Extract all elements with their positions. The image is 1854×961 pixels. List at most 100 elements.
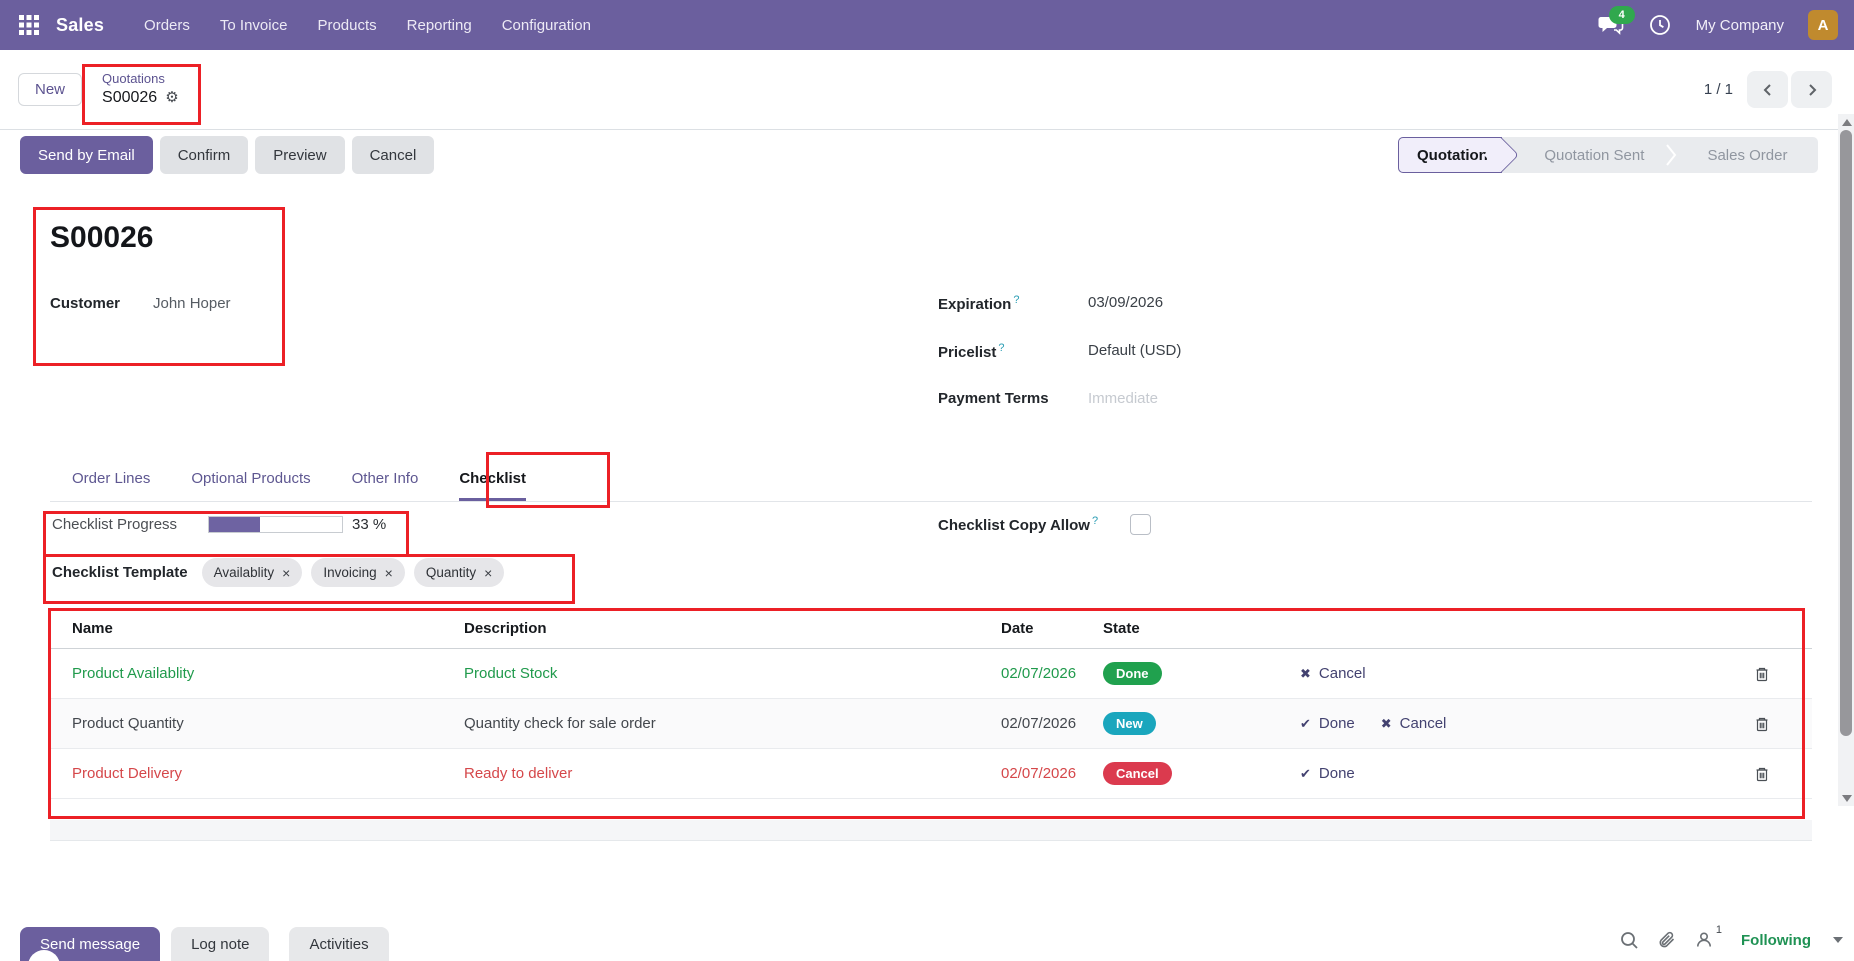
row-cancel-button[interactable]: ✖ Cancel (1381, 715, 1447, 732)
check-mark-icon: ✔ (1300, 716, 1311, 732)
scrollbar-down-arrow[interactable] (1842, 795, 1852, 802)
cancel-button[interactable]: Cancel (352, 136, 435, 174)
following-button[interactable]: Following (1741, 932, 1811, 949)
header-state: State (1103, 620, 1300, 637)
checklist-copy-allow-field: Checklist Copy Allow? (938, 514, 1151, 535)
payment-terms-field: Payment Terms Immediate (938, 390, 1181, 407)
tag-remove-icon[interactable]: × (282, 565, 290, 581)
row-name[interactable]: Product Delivery (50, 765, 464, 782)
tab-order-lines[interactable]: Order Lines (72, 470, 150, 501)
statusbar: Quotation Quotation Sent Sales Order (1398, 137, 1818, 173)
attach-files-button[interactable] (1657, 930, 1677, 950)
user-avatar[interactable]: A (1808, 10, 1838, 40)
tag-remove-icon[interactable]: × (484, 565, 492, 581)
chevron-left-icon (1761, 82, 1775, 98)
navbar-menu: Orders To Invoice Products Reporting Con… (144, 17, 591, 34)
checklist-progress-row: Checklist Progress 33 % (52, 516, 386, 533)
stage-quotation-sent[interactable]: Quotation Sent (1502, 147, 1665, 164)
person-icon (1695, 931, 1713, 949)
row-cancel-button[interactable]: ✖ Cancel (1300, 665, 1366, 682)
payment-terms-placeholder[interactable]: Immediate (1088, 390, 1158, 407)
row-done-button[interactable]: ✔ Done (1300, 765, 1355, 782)
table-row[interactable]: Product Delivery Ready to deliver 02/07/… (50, 749, 1812, 799)
row-name[interactable]: Product Quantity (50, 715, 464, 732)
trash-icon (1754, 666, 1770, 682)
menu-reporting[interactable]: Reporting (407, 17, 472, 34)
row-description[interactable]: Ready to deliver (464, 765, 1001, 782)
menu-orders[interactable]: Orders (144, 17, 190, 34)
tab-optional-products[interactable]: Optional Products (191, 470, 310, 501)
menu-configuration[interactable]: Configuration (502, 17, 591, 34)
app-name[interactable]: Sales (56, 15, 104, 36)
scrollbar-thumb[interactable] (1840, 130, 1852, 736)
menu-to-invoice[interactable]: To Invoice (220, 17, 288, 34)
header-description: Description (464, 620, 1001, 637)
pager-next-button[interactable] (1791, 71, 1832, 108)
checklist-copy-allow-checkbox[interactable] (1130, 514, 1151, 535)
log-note-button[interactable]: Log note (171, 927, 269, 961)
breadcrumb: Quotations S00026 ⚙ (102, 71, 179, 107)
followers-button[interactable]: 1 (1695, 931, 1713, 949)
breadcrumb-current-record: S00026 (102, 88, 157, 108)
pager-previous-button[interactable] (1747, 71, 1788, 108)
row-action-label: Done (1319, 765, 1355, 782)
sheet-bottom-strip (50, 820, 1812, 841)
messages-icon[interactable]: 4 (1598, 13, 1624, 37)
expiration-field: Expiration? 03/09/2026 (938, 294, 1181, 313)
scrollbar-up-arrow[interactable] (1842, 119, 1852, 126)
help-icon: ? (1092, 515, 1098, 527)
right-field-column: Expiration? 03/09/2026 Pricelist? Defaul… (938, 294, 1181, 407)
apps-grid-icon[interactable] (18, 14, 40, 36)
delete-row-button[interactable] (1754, 666, 1770, 682)
row-description[interactable]: Quantity check for sale order (464, 715, 1001, 732)
messages-count-badge: 4 (1609, 6, 1635, 24)
checklist-progress-label: Checklist Progress (52, 516, 208, 533)
header-name: Name (50, 620, 464, 637)
x-mark-icon: ✖ (1300, 666, 1311, 682)
table-row[interactable]: Product Quantity Quantity check for sale… (50, 699, 1812, 749)
activities-clock-icon[interactable] (1648, 13, 1672, 37)
new-button[interactable]: New (18, 73, 82, 106)
row-name[interactable]: Product Availablity (50, 665, 464, 682)
tab-other-info[interactable]: Other Info (352, 470, 419, 501)
breadcrumb-quotations-link[interactable]: Quotations (102, 71, 179, 87)
tag-quantity[interactable]: Quantity × (414, 558, 504, 587)
send-by-email-button[interactable]: Send by Email (20, 136, 153, 174)
preview-button[interactable]: Preview (255, 136, 344, 174)
gear-icon[interactable]: ⚙ (165, 90, 178, 105)
help-icon: ? (1013, 294, 1019, 306)
search-messages-button[interactable] (1620, 931, 1639, 950)
tag-invoicing[interactable]: Invoicing × (311, 558, 404, 587)
tag-label: Availablity (214, 565, 275, 580)
chevron-right-icon (1805, 82, 1819, 98)
stage-quotation[interactable]: Quotation (1398, 137, 1502, 173)
row-done-button[interactable]: ✔ Done (1300, 715, 1355, 732)
tab-checklist[interactable]: Checklist (459, 470, 526, 501)
tag-availablity[interactable]: Availablity × (202, 558, 303, 587)
record-pager: 1 / 1 (1704, 71, 1838, 108)
record-title[interactable]: S00026 (50, 221, 153, 255)
confirm-button[interactable]: Confirm (160, 136, 249, 174)
menu-products[interactable]: Products (317, 17, 376, 34)
customer-value[interactable]: John Hoper (153, 295, 231, 312)
activities-button[interactable]: Activities (289, 927, 388, 961)
table-header-row: Name Description Date State (50, 608, 1812, 649)
chevron-down-icon[interactable] (1833, 937, 1843, 943)
tag-remove-icon[interactable]: × (385, 565, 393, 581)
check-mark-icon: ✔ (1300, 766, 1311, 782)
checklist-progress-value: 33 % (352, 516, 386, 533)
table-row[interactable]: Product Availablity Product Stock 02/07/… (50, 649, 1812, 699)
company-switcher[interactable]: My Company (1696, 17, 1784, 34)
delete-row-button[interactable] (1754, 766, 1770, 782)
row-description[interactable]: Product Stock (464, 665, 1001, 682)
row-date[interactable]: 02/07/2026 (1001, 715, 1103, 732)
expiration-value[interactable]: 03/09/2026 (1088, 294, 1163, 311)
state-badge: Done (1103, 662, 1162, 685)
row-date[interactable]: 02/07/2026 (1001, 665, 1103, 682)
trash-icon (1754, 716, 1770, 732)
row-date[interactable]: 02/07/2026 (1001, 765, 1103, 782)
pricelist-value[interactable]: Default (USD) (1088, 342, 1181, 359)
delete-row-button[interactable] (1754, 716, 1770, 732)
row-action-label: Cancel (1400, 715, 1447, 732)
stage-sales-order[interactable]: Sales Order (1677, 147, 1818, 164)
